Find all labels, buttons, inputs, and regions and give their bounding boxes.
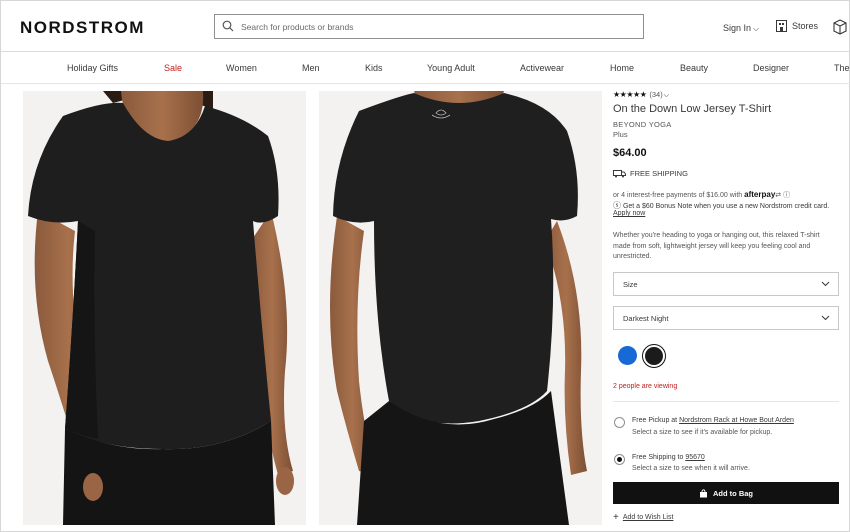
shipping-option-subtext: Select a size to see when it will arrive… <box>632 465 750 472</box>
product-image-back[interactable] <box>319 91 602 525</box>
nav-item-young-adult[interactable]: Young Adult <box>427 63 475 73</box>
truck-icon <box>613 169 626 177</box>
afterpay-text: or 4 interest-free payments of $16.00 wi… <box>613 192 743 199</box>
plus-icon: + <box>613 512 619 523</box>
nav-item-designer[interactable]: Designer <box>753 63 789 73</box>
color-select[interactable]: Darkest Night <box>613 306 839 330</box>
pickup-option-title: Free Pickup at Nordstrom Rack at Howe Bo… <box>632 417 794 424</box>
pickup-prefix: Free Pickup at <box>632 417 680 424</box>
nav-item-beauty[interactable]: Beauty <box>680 63 708 73</box>
sign-in-menu[interactable]: Sign In ⌵ <box>723 23 759 34</box>
sign-in-label: Sign In <box>723 23 752 33</box>
shipping-option-title: Free Shipping to 95670 <box>632 454 705 461</box>
search-bar[interactable] <box>214 14 644 39</box>
product-image-front[interactable] <box>23 91 306 525</box>
add-to-bag-label: Add to Bag <box>713 488 753 498</box>
product-brand[interactable]: BEYOND YOGA <box>613 120 672 129</box>
pickup-store-link[interactable]: Nordstrom Rack at Howe Bout Arden <box>679 417 794 424</box>
store-icon <box>776 20 787 32</box>
product-title: On the Down Low Jersey T-Shirt <box>613 103 772 115</box>
fulfillment-divider <box>613 401 839 402</box>
size-select-label: Size <box>623 280 638 289</box>
stores-label: Stores <box>792 21 819 31</box>
main-nav: Holiday Gifts Sale Women Men Kids Young … <box>1 63 850 77</box>
add-to-bag-button[interactable]: Add to Bag <box>613 482 839 504</box>
color-swatch-darkest-night[interactable] <box>645 347 663 365</box>
shipping-prefix: Free Shipping to <box>632 454 686 461</box>
chevron-down-icon: ⌵ <box>753 24 760 33</box>
product-description: Whether you're heading to yoga or hangin… <box>613 232 820 260</box>
nav-item-holiday-gifts[interactable]: Holiday Gifts <box>67 63 118 73</box>
product-fit: Plus <box>613 130 628 139</box>
bonus-note-text: Get a $60 Bonus Note when you use a new … <box>622 203 830 210</box>
apply-now-link[interactable]: Apply now <box>613 210 645 217</box>
afterpay-logo: afterpay <box>744 190 776 199</box>
info-icon[interactable]: ⓘ <box>783 192 790 199</box>
credit-card-icon: ⓢ <box>613 201 621 210</box>
people-viewing-note: 2 people are viewing <box>613 383 678 390</box>
star-icons: ★★★★★ <box>613 90 647 99</box>
front-view-illustration <box>28 91 294 525</box>
search-input[interactable] <box>239 18 634 35</box>
color-select-label: Darkest Night <box>623 314 669 323</box>
nav-item-kids[interactable]: Kids <box>365 63 383 73</box>
bag-icon <box>700 488 707 497</box>
pickup-radio[interactable] <box>614 417 625 428</box>
nav-item-activewear[interactable]: Activewear <box>520 63 564 73</box>
nav-item-the[interactable]: The <box>834 63 850 73</box>
search-icon <box>222 20 234 32</box>
color-swatch-blue[interactable] <box>618 346 637 365</box>
nordstrom-logo[interactable]: NORDSTROM <box>20 18 145 38</box>
review-count: (34) <box>649 90 663 99</box>
free-shipping-label: FREE SHIPPING <box>630 169 688 178</box>
nav-item-men[interactable]: Men <box>302 63 320 73</box>
shipping-radio[interactable] <box>614 454 625 465</box>
rating-stars[interactable]: ★★★★★ (34)⌵ <box>613 90 669 100</box>
back-view-illustration <box>330 91 587 525</box>
afterpay-note: or 4 interest-free payments of $16.00 wi… <box>613 190 790 200</box>
size-select[interactable]: Size <box>613 272 839 296</box>
afterpay-arrow-icon: ⇄ <box>775 192 782 199</box>
chevron-down-icon <box>821 281 830 287</box>
nav-divider <box>1 83 850 84</box>
nav-item-sale[interactable]: Sale <box>164 63 182 73</box>
nav-item-home[interactable]: Home <box>610 63 634 73</box>
stores-link[interactable]: Stores <box>776 20 818 32</box>
shipping-zip-link[interactable]: 95670 <box>685 454 704 461</box>
bonus-note: ⓢ Get a $60 Bonus Note when you use a ne… <box>613 200 829 211</box>
free-shipping-note: FREE SHIPPING <box>613 169 688 178</box>
product-price: $64.00 <box>613 147 647 159</box>
shopping-bag-icon[interactable] <box>833 19 847 35</box>
pickup-option-subtext: Select a size to see if it's available f… <box>632 429 773 436</box>
header-divider <box>1 51 850 52</box>
chevron-down-icon: ⌵ <box>663 92 669 99</box>
add-to-wish-list-link[interactable]: + Add to Wish List <box>613 512 673 523</box>
wish-list-label: Add to Wish List <box>622 514 674 521</box>
nav-item-women[interactable]: Women <box>226 63 257 73</box>
chevron-down-icon <box>821 315 830 321</box>
